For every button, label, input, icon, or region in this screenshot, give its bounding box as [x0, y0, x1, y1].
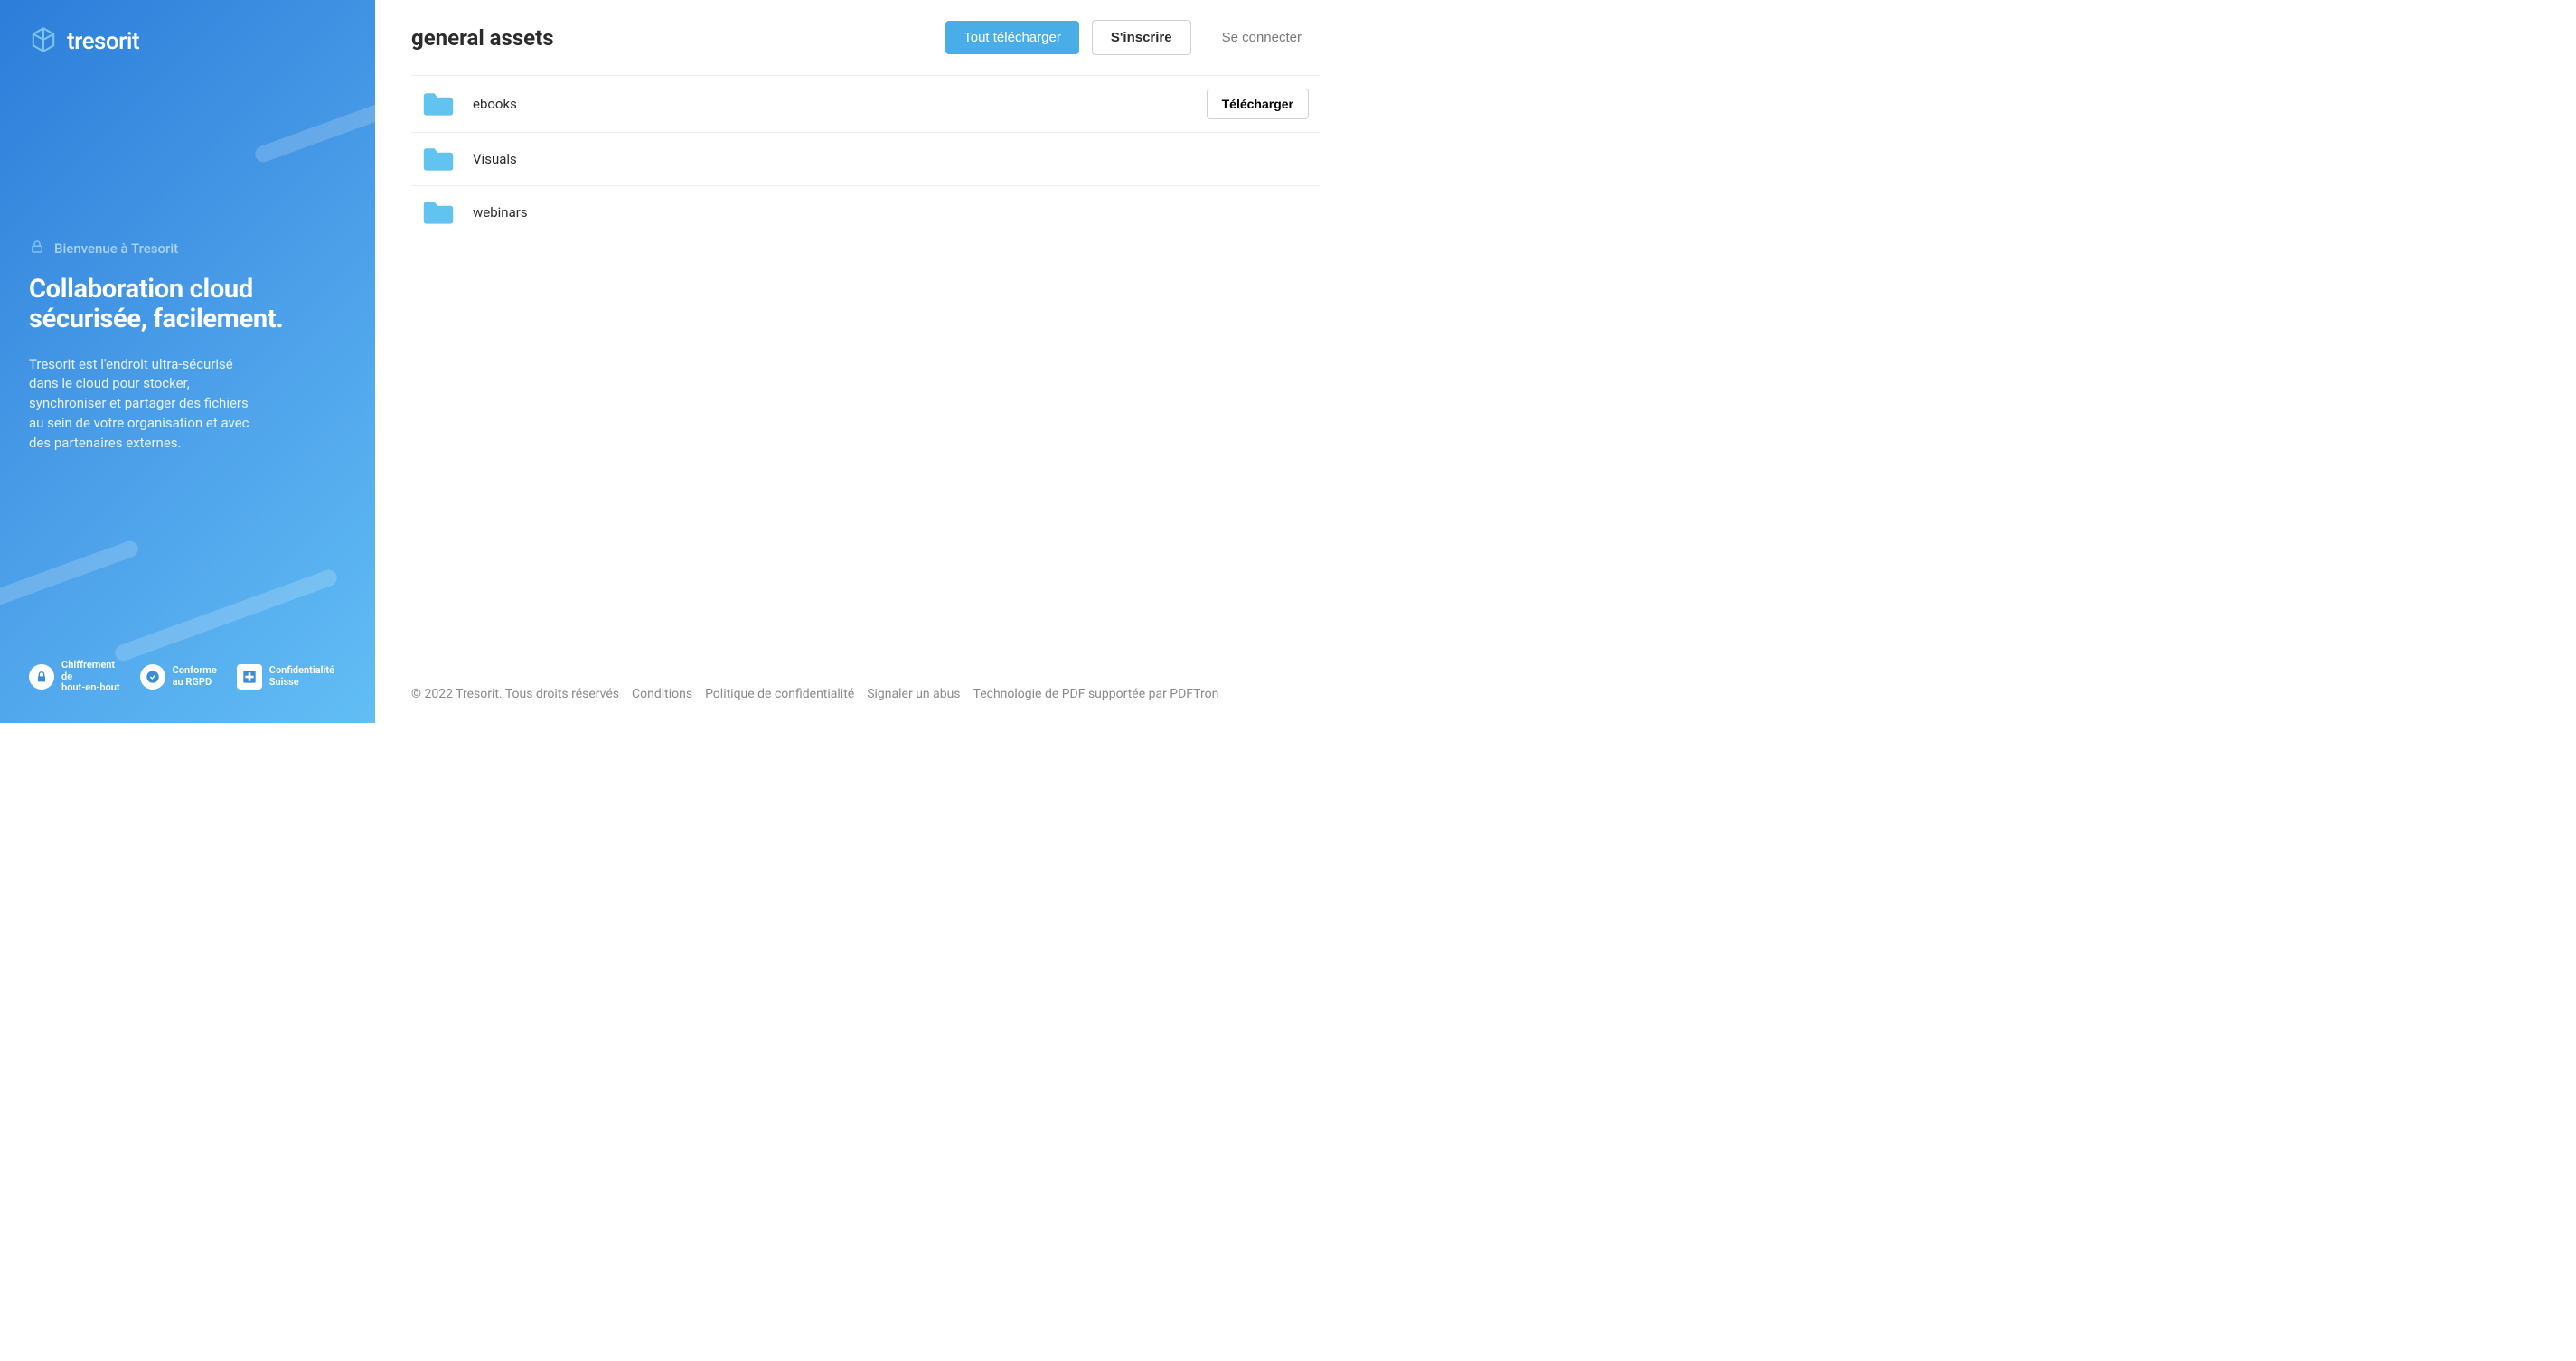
tresorit-logo-icon	[29, 25, 58, 58]
file-list: ebooks Télécharger Visuals webinars	[375, 68, 1356, 672]
badge-text: Chiffrement de bout-en-bout	[61, 660, 120, 694]
lock-filled-icon	[29, 664, 54, 690]
folder-icon	[422, 145, 455, 173]
download-all-button[interactable]: Tout télécharger	[945, 21, 1079, 54]
welcome-line: Bienvenue à Tresorit	[29, 239, 346, 258]
list-item[interactable]: webinars	[411, 185, 1320, 239]
badge-text: Conforme au RGPD	[173, 665, 217, 688]
decorative-streak	[0, 539, 140, 634]
sidebar: tresorit Bienvenue à Tresorit Collaborat…	[0, 0, 375, 723]
lock-icon	[29, 239, 45, 258]
page-title: general assets	[411, 25, 554, 51]
footer-link-privacy[interactable]: Politique de confidentialité	[705, 687, 854, 701]
logo[interactable]: tresorit	[29, 25, 346, 58]
signup-button[interactable]: S'inscrire	[1092, 20, 1191, 55]
badge-e2ee: Chiffrement de bout-en-bout	[29, 660, 120, 694]
download-button[interactable]: Télécharger	[1207, 89, 1309, 119]
decorative-streak	[113, 568, 339, 663]
main: general assets Tout télécharger S'inscri…	[375, 0, 1356, 723]
badge-swiss: Confidentialité Suisse	[237, 660, 334, 694]
copyright: © 2022 Tresorit. Tous droits réservés	[411, 687, 619, 701]
brand-name: tresorit	[67, 28, 139, 55]
welcome-block: Bienvenue à Tresorit Collaboration cloud…	[29, 239, 346, 453]
footer-link-abuse[interactable]: Signaler un abus	[867, 687, 960, 701]
welcome-label: Bienvenue à Tresorit	[54, 240, 178, 257]
footer: © 2022 Tresorit. Tous droits réservés Co…	[375, 672, 1356, 723]
list-item[interactable]: ebooks Télécharger	[411, 75, 1320, 132]
folder-icon	[422, 199, 455, 226]
folder-icon	[422, 90, 455, 117]
subtext: Tresorit est l'endroit ultra-sécurisé da…	[29, 355, 264, 454]
check-circle-icon	[140, 664, 165, 690]
login-button[interactable]: Se connecter	[1204, 21, 1320, 54]
badge-text: Confidentialité Suisse	[269, 665, 334, 688]
swiss-cross-icon	[237, 664, 262, 690]
list-item[interactable]: Visuals	[411, 132, 1320, 185]
badge-gdpr: Conforme au RGPD	[140, 660, 217, 694]
file-name: Visuals	[473, 151, 1309, 167]
file-name: webinars	[473, 204, 1309, 221]
headline: Collaboration cloud sécurisée, facilemen…	[29, 275, 346, 335]
decorative-streak	[253, 69, 375, 164]
badges-row: Chiffrement de bout-en-bout Conforme au …	[29, 660, 346, 694]
footer-link-conditions[interactable]: Conditions	[632, 687, 692, 701]
file-name: ebooks	[473, 96, 1189, 112]
footer-link-pdftron[interactable]: Technologie de PDF supportée par PDFTron	[973, 687, 1219, 701]
topbar: general assets Tout télécharger S'inscri…	[375, 0, 1356, 68]
